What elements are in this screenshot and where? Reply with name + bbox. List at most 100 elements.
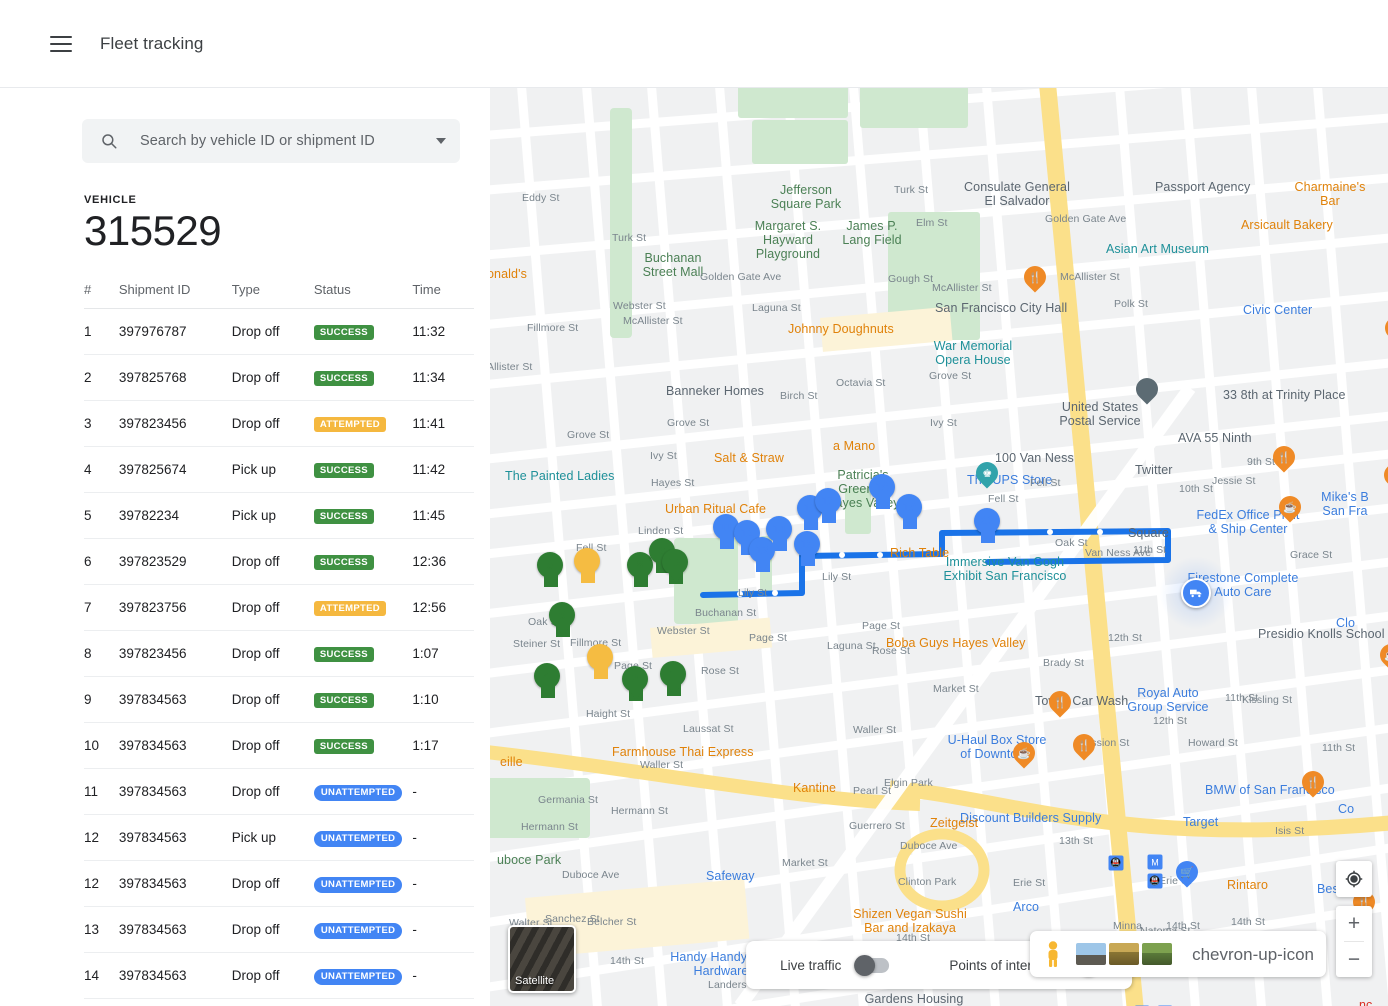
stop-marker-14[interactable]: 14 <box>766 516 794 554</box>
truck-icon <box>1188 585 1204 601</box>
pegman-icon[interactable] <box>1042 940 1064 968</box>
vehicle-id: 315529 <box>84 207 490 255</box>
stop-marker-1[interactable]: 1 <box>660 661 688 699</box>
cell-shipment-id: 397823456 <box>119 631 232 677</box>
cell-index: 9 <box>84 677 119 723</box>
transit-metro-icon[interactable]: M <box>1148 855 1163 870</box>
table-row[interactable]: 539782234Pick upSUCCESS11:45 <box>84 493 474 539</box>
stop-marker-15[interactable]: 15 <box>794 531 822 569</box>
cell-status: UNATTEMPTED <box>314 907 413 953</box>
chevron-down-icon[interactable] <box>436 138 446 144</box>
cell-index: 3 <box>84 401 119 447</box>
cell-index: 13 <box>84 907 119 953</box>
table-row[interactable]: 4397825674Pick upSUCCESS11:42 <box>84 447 474 493</box>
stop-marker-6[interactable]: 6 <box>537 552 565 590</box>
cell-type: Drop off <box>232 585 314 631</box>
cell-time: 11:34 <box>412 355 474 401</box>
cell-status: UNATTEMPTED <box>314 815 413 861</box>
stop-marker-tail <box>667 684 681 696</box>
cell-status: ATTEMPTED <box>314 585 413 631</box>
status-badge: SUCCESS <box>314 371 374 386</box>
status-badge: UNATTEMPTED <box>314 923 402 939</box>
cell-shipment-id: 397834563 <box>119 769 232 815</box>
stop-marker-20[interactable]: 20 <box>974 508 1002 546</box>
stop-marker-7[interactable]: 7 <box>574 548 602 586</box>
table-row[interactable]: 3397823456Drop offATTEMPTED11:41 <box>84 401 474 447</box>
status-badge: UNATTEMPTED <box>314 969 402 985</box>
stop-marker-4[interactable]: 4 <box>534 663 562 701</box>
cell-shipment-id: 397976787 <box>119 309 232 355</box>
table-row[interactable]: 1397976787Drop offSUCCESS11:32 <box>84 309 474 355</box>
table-row[interactable]: 8397823456Drop offSUCCESS1:07 <box>84 631 474 677</box>
column-header-shipment-id: Shipment ID <box>119 282 232 309</box>
cell-type: Pick up <box>232 815 314 861</box>
table-row[interactable]: 2397825768Drop offSUCCESS11:34 <box>84 355 474 401</box>
status-badge: ATTEMPTED <box>314 417 386 432</box>
table-row[interactable]: 12397834563Pick upUNATTEMPTED- <box>84 815 474 861</box>
cell-status: UNATTEMPTED <box>314 953 413 999</box>
chevron-up-icon[interactable]: chevron-up-icon <box>1192 946 1314 963</box>
search-input[interactable]: Search by vehicle ID or shipment ID <box>140 133 428 149</box>
stop-marker-2[interactable]: 2 <box>622 666 650 704</box>
cell-shipment-id: 397834563 <box>119 953 232 999</box>
stop-marker-5[interactable]: 5 <box>549 602 577 640</box>
zoom-out-button[interactable]: − <box>1336 942 1372 977</box>
stop-marker-19[interactable]: 19 <box>896 494 924 532</box>
stop-marker-3[interactable]: 3 <box>587 644 615 682</box>
cell-time: 1:10 <box>412 677 474 723</box>
stop-marker-tail <box>544 575 558 587</box>
table-row[interactable]: 10397834563Drop offSUCCESS1:17 <box>84 723 474 769</box>
map-type-terrain[interactable] <box>1109 943 1139 965</box>
table-row[interactable]: 7397823756Drop offATTEMPTED12:56 <box>84 585 474 631</box>
transit-icon[interactable]: 🚇 <box>1148 874 1163 889</box>
stop-marker-tail <box>720 537 734 549</box>
cell-time: 1:07 <box>412 631 474 677</box>
table-row[interactable]: 9397834563Drop offSUCCESS1:10 <box>84 677 474 723</box>
live-traffic-switch[interactable] <box>855 958 889 973</box>
search-icon <box>100 132 118 150</box>
cell-time: 11:42 <box>412 447 474 493</box>
cell-index: 7 <box>84 585 119 631</box>
table-header: #Shipment IDTypeStatusTime <box>84 282 474 309</box>
cell-shipment-id: 397834563 <box>119 723 232 769</box>
my-location-button[interactable] <box>1336 861 1372 897</box>
hamburger-menu-icon[interactable] <box>50 36 72 52</box>
table-row[interactable]: 6397823529Drop offSUCCESS12:36 <box>84 539 474 585</box>
left-panel: Search by vehicle ID or shipment ID VEHI… <box>0 88 490 1006</box>
table-row[interactable]: 12397834563Drop offUNATTEMPTED- <box>84 861 474 907</box>
satellite-toggle-button[interactable]: Satellite <box>508 925 576 993</box>
stop-marker-18[interactable]: 18 <box>869 474 897 512</box>
table-row[interactable]: 14397834563Drop offUNATTEMPTED- <box>84 953 474 999</box>
stop-marker-tail <box>756 560 770 572</box>
cell-status: SUCCESS <box>314 493 413 539</box>
cell-time: 11:45 <box>412 493 474 539</box>
transit-icon[interactable]: 🚇 <box>1109 856 1124 871</box>
cell-status: SUCCESS <box>314 631 413 677</box>
status-badge: SUCCESS <box>314 647 374 662</box>
cell-time: 12:36 <box>412 539 474 585</box>
cell-time: 12:56 <box>412 585 474 631</box>
live-traffic-label: Live traffic <box>780 958 841 973</box>
satellite-label: Satellite <box>515 975 554 987</box>
table-row[interactable]: 13397834563Drop offUNATTEMPTED- <box>84 907 474 953</box>
stop-marker-10[interactable]: 10 <box>662 549 690 587</box>
streetview-layers-bar: chevron-up-icon <box>1030 931 1326 977</box>
cell-status: SUCCESS <box>314 355 413 401</box>
vehicle-marker[interactable] <box>1181 578 1211 608</box>
map-type-tiles[interactable] <box>1076 943 1172 965</box>
zoom-in-button[interactable]: + <box>1336 906 1372 941</box>
map-view[interactable]: Jefferson Square ParkTurk StEddy StMarga… <box>490 88 1388 1006</box>
cell-index: 12 <box>84 815 119 861</box>
cell-type: Drop off <box>232 401 314 447</box>
live-traffic-toggle[interactable]: Live traffic <box>780 958 889 973</box>
cell-index: 10 <box>84 723 119 769</box>
column-header-status: Status <box>314 282 413 309</box>
map-type-satellite[interactable] <box>1142 943 1172 965</box>
column-header-type: Type <box>232 282 314 309</box>
stop-marker-17[interactable]: 17 <box>815 488 843 526</box>
zoom-controls: + − <box>1336 906 1372 977</box>
table-row[interactable]: 11397834563Drop offUNATTEMPTED- <box>84 769 474 815</box>
map-type-default[interactable] <box>1076 943 1106 965</box>
search-box[interactable]: Search by vehicle ID or shipment ID <box>82 119 460 163</box>
cell-shipment-id: 397834563 <box>119 677 232 723</box>
